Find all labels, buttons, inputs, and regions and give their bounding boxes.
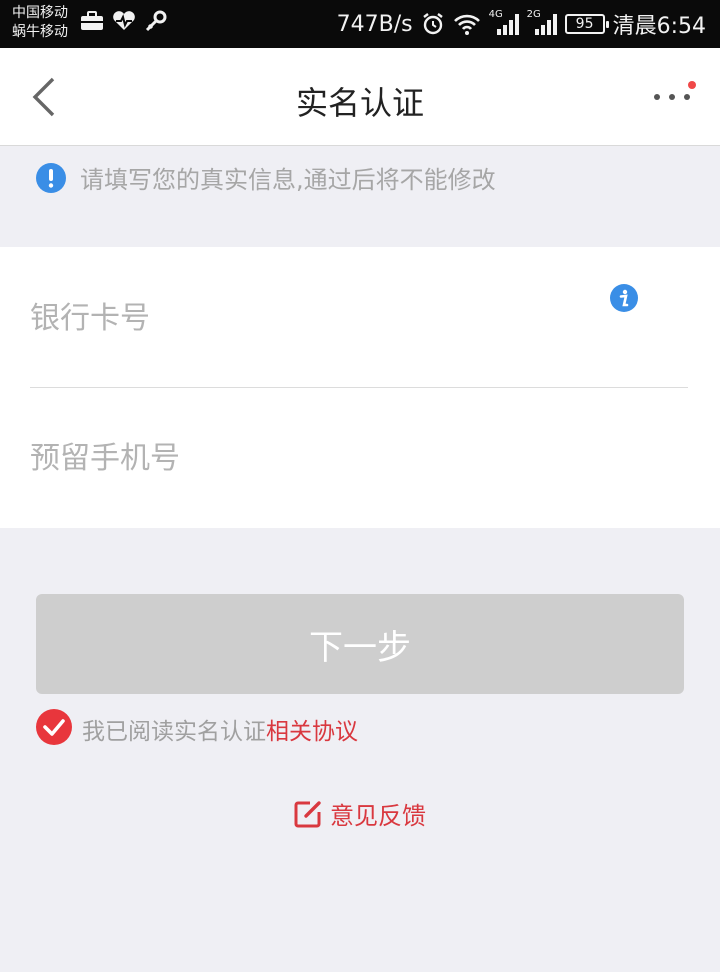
signal-1: 4G bbox=[489, 9, 519, 36]
more-dot-icon bbox=[669, 94, 675, 100]
feedback-link[interactable]: 意见反馈 bbox=[0, 796, 720, 831]
alarm-icon bbox=[422, 13, 443, 35]
carrier-1: 中国移动 bbox=[12, 5, 68, 21]
agreement-link[interactable]: 相关协议 bbox=[266, 719, 358, 745]
battery-level: 95 bbox=[575, 16, 594, 32]
more-button[interactable] bbox=[646, 76, 698, 116]
exclamation-circle-icon bbox=[36, 162, 66, 193]
net-speed: 747B/s bbox=[336, 11, 413, 37]
bank-card-field bbox=[30, 293, 688, 343]
briefcase-icon bbox=[81, 11, 103, 30]
wifi-icon bbox=[453, 14, 480, 35]
status-left-icons bbox=[80, 10, 168, 32]
status-right: 747B/s 4G 2G 95 清晨6:54 bbox=[337, 0, 706, 48]
signal-2: 2G bbox=[527, 9, 557, 36]
edit-icon bbox=[294, 800, 321, 827]
notice-text: 请填写您的真实信息,通过后将不能修改 bbox=[80, 166, 496, 194]
next-step-button[interactable]: 下一步 bbox=[36, 594, 684, 694]
notification-dot-icon bbox=[688, 81, 696, 89]
carrier-names: 中国移动 蜗牛移动 bbox=[12, 4, 68, 42]
page-title: 实名认证 bbox=[295, 84, 424, 122]
nav-bar: 实名认证 bbox=[0, 48, 720, 146]
verification-form bbox=[0, 247, 720, 528]
battery-icon: 95 bbox=[564, 14, 609, 34]
status-bar: 中国移动 蜗牛移动 747B/s 4G 2G 95 清晨6:54 bbox=[0, 0, 720, 48]
signal-bars-icon bbox=[496, 14, 519, 35]
signal-bars-icon bbox=[534, 14, 557, 35]
phone-field bbox=[30, 433, 688, 483]
more-dot-icon bbox=[654, 94, 660, 100]
bank-card-input[interactable] bbox=[30, 293, 590, 343]
info-notice: 请填写您的真实信息,通过后将不能修改 bbox=[36, 160, 496, 195]
more-dot-icon bbox=[684, 94, 690, 100]
key-icon bbox=[145, 10, 167, 32]
agreement-text: 我已阅读实名认证 bbox=[82, 719, 266, 745]
agreement-checkbox[interactable] bbox=[36, 709, 72, 749]
info-icon bbox=[610, 284, 638, 312]
phone-input[interactable] bbox=[30, 433, 590, 483]
agreement-row: 我已阅读实名认证相关协议 bbox=[36, 709, 358, 749]
feedback-label: 意见反馈 bbox=[330, 802, 426, 830]
check-circle-icon bbox=[36, 709, 72, 745]
clock: 清晨6:54 bbox=[612, 14, 706, 39]
field-divider bbox=[30, 387, 688, 388]
bank-card-info-button[interactable] bbox=[610, 284, 638, 316]
carrier-2: 蜗牛移动 bbox=[12, 24, 68, 40]
heartbeat-icon bbox=[113, 11, 135, 30]
